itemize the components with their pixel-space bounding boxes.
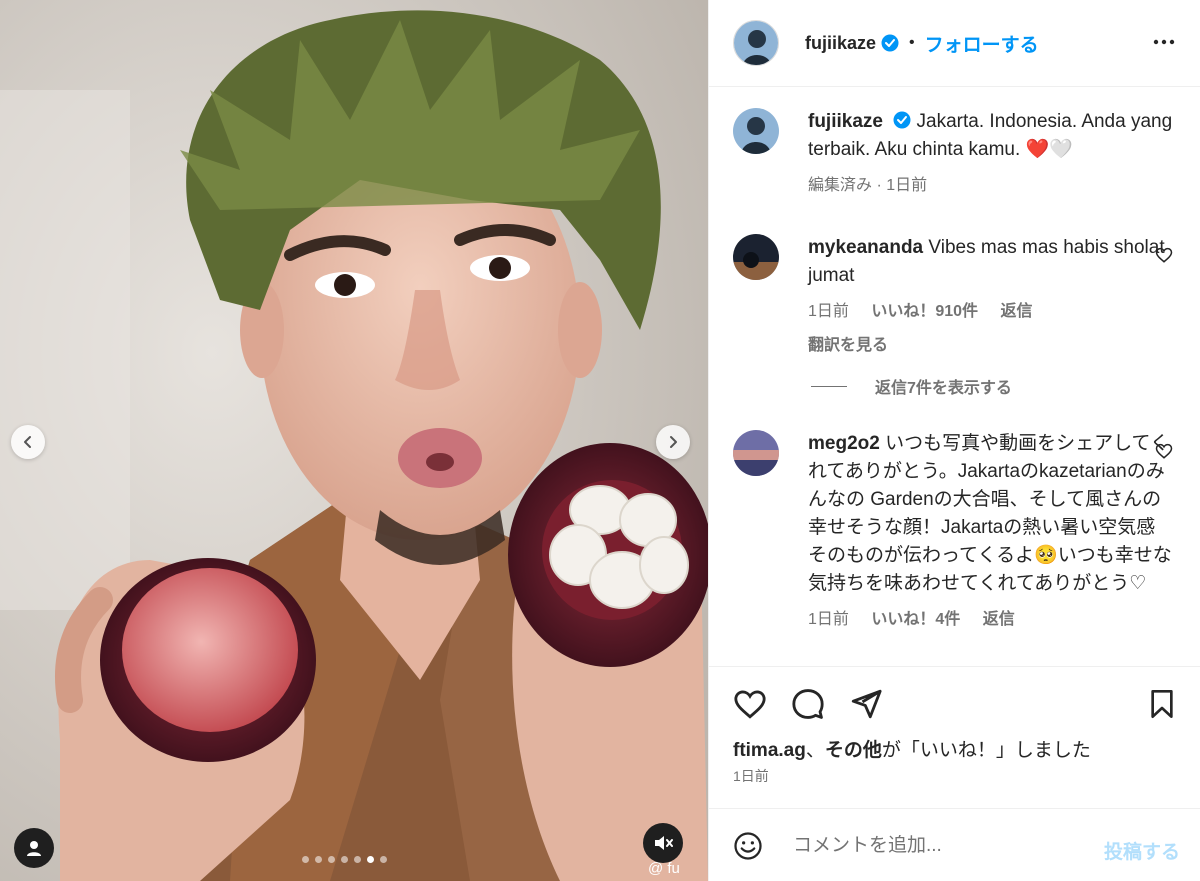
comment-item: mykeananda Vibes mas mas habis sholat ju… — [733, 234, 1173, 360]
user-tag-icon — [27, 841, 41, 856]
chevron-right-icon — [670, 436, 677, 448]
comment-likes[interactable]: いいね！4件 — [871, 611, 960, 628]
see-translation-button[interactable]: 翻訳を見る — [808, 332, 1173, 360]
avatar[interactable] — [733, 234, 779, 280]
verified-badge-icon — [893, 111, 911, 129]
comment-username[interactable]: meg2o2 — [808, 433, 880, 454]
reply-button[interactable]: 返信 — [983, 611, 1015, 628]
verified-badge-icon — [881, 34, 899, 52]
post-header: fujiikaze • フォローする — [709, 0, 1200, 87]
view-replies-button[interactable]: 返信7件を表示する — [811, 374, 1012, 398]
comments-list[interactable]: fujiikaze Jakarta. Indonesia. Anda yang … — [709, 88, 1200, 665]
comment-box: 投稿する — [709, 808, 1200, 881]
avatar[interactable] — [733, 430, 779, 476]
follow-button[interactable]: フォローする — [925, 30, 1039, 57]
post-actions: ftima.ag、その他が「いいね！」しました 1日前 — [709, 666, 1200, 808]
tagged-users-button[interactable] — [14, 828, 54, 868]
liker-username[interactable]: ftima.ag — [733, 740, 806, 761]
comment-username[interactable]: mykeananda — [808, 237, 923, 258]
header-separator: • — [909, 34, 915, 51]
muted-speaker-icon — [655, 836, 673, 850]
heart-icon[interactable] — [733, 687, 767, 721]
emoji-icon[interactable] — [733, 831, 763, 861]
caption-username[interactable]: fujiikaze — [808, 111, 883, 132]
comment-input[interactable] — [793, 835, 1083, 857]
chevron-left-icon — [24, 436, 31, 448]
bookmark-icon[interactable] — [1146, 687, 1178, 721]
carousel-indicator — [302, 856, 387, 863]
post-photo — [0, 0, 708, 881]
post-time[interactable]: 1日前 — [733, 766, 769, 786]
carousel-dot — [380, 856, 387, 863]
header-username[interactable]: fujiikaze — [805, 33, 876, 54]
carousel-prev-button[interactable] — [11, 425, 45, 459]
likes-suffix: が「いいね！」しました — [881, 740, 1091, 761]
post-caption: fujiikaze Jakarta. Indonesia. Anda yang … — [733, 108, 1173, 200]
comment-item: meg2o2 いつも写真や動画をシェアしてくれてありがとう。Jakartaのka… — [733, 430, 1173, 634]
heart-icon[interactable] — [1155, 246, 1173, 264]
comment-icon[interactable] — [791, 687, 825, 721]
avatar[interactable] — [733, 108, 779, 154]
carousel-dot — [328, 856, 335, 863]
likes-joiner: 、 — [805, 740, 825, 761]
likes-others[interactable]: その他 — [825, 740, 882, 761]
avatar[interactable] — [733, 20, 779, 66]
view-replies-label: 返信7件を表示する — [875, 380, 1012, 397]
carousel-dot — [315, 856, 322, 863]
reply-button[interactable]: 返信 — [1001, 303, 1033, 320]
share-icon[interactable] — [849, 687, 883, 721]
divider — [811, 385, 847, 387]
comment-time: 1日前 — [808, 611, 849, 628]
carousel-dot — [367, 856, 374, 863]
post-comment-button[interactable]: 投稿する — [1104, 837, 1180, 864]
comment-text: いつも写真や動画をシェアしてくれてありがとう。Jakartaのkazetaria… — [808, 433, 1172, 594]
carousel-dot — [354, 856, 361, 863]
carousel-next-button[interactable] — [656, 425, 690, 459]
carousel-dot — [341, 856, 348, 863]
heart-icon[interactable] — [1155, 442, 1173, 460]
comment-time: 1日前 — [808, 303, 849, 320]
carousel-dot — [302, 856, 309, 863]
likes-summary: ftima.ag、その他が「いいね！」しました — [733, 735, 1091, 762]
comment-likes[interactable]: いいね！910件 — [871, 303, 978, 320]
more-options-icon[interactable] — [1152, 30, 1176, 54]
mute-button[interactable] — [643, 823, 683, 863]
caption-meta: 編集済み · 1日前 — [808, 177, 928, 194]
post-media[interactable]: @ fu — [0, 0, 708, 881]
post-sidebar: fujiikaze • フォローする fujiikaze Jakarta. In… — [708, 0, 1200, 881]
